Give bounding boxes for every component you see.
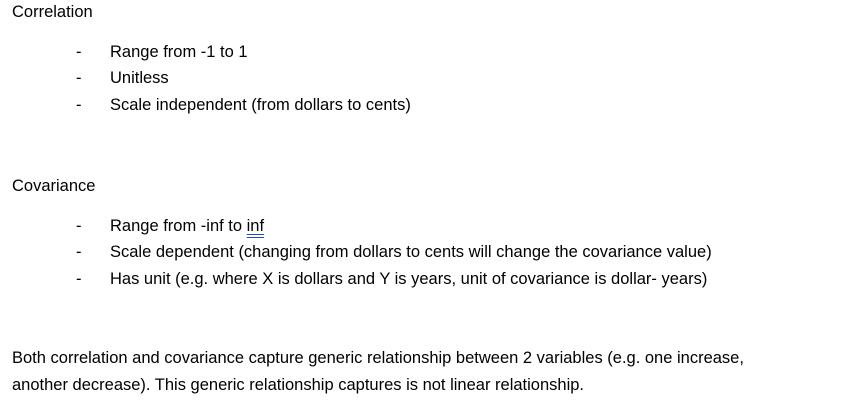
bullet-text: Has unit (e.g. where X is dollars and Y … bbox=[110, 270, 708, 288]
bullet-dash: - bbox=[76, 43, 82, 61]
covariance-heading: Covariance bbox=[12, 177, 96, 195]
bullet-dash: - bbox=[76, 69, 82, 87]
correlation-heading: Correlation bbox=[12, 3, 93, 21]
spellcheck-flagged-word[interactable]: inf bbox=[247, 217, 264, 235]
bullet-dash: - bbox=[76, 217, 82, 235]
bullet-text-plain: Range from -inf to bbox=[110, 217, 247, 235]
summary-line-1: Both correlation and covariance capture … bbox=[12, 349, 744, 367]
bullet-text: Range from -inf to inf bbox=[110, 215, 264, 237]
bullet-text: Scale independent (from dollars to cents… bbox=[110, 96, 411, 114]
bullet-dash: - bbox=[76, 243, 82, 261]
bullet-text: Range from -1 to 1 bbox=[110, 43, 248, 61]
summary-line-2: another decrease). This generic relation… bbox=[12, 375, 585, 394]
bullet-dash: - bbox=[76, 96, 82, 114]
bullet-dash: - bbox=[76, 270, 82, 288]
summary-paragraph: Both correlation and covariance capture … bbox=[12, 345, 862, 398]
bullet-text: Scale dependent (changing from dollars t… bbox=[110, 243, 712, 261]
bullet-text: Unitless bbox=[110, 69, 169, 87]
